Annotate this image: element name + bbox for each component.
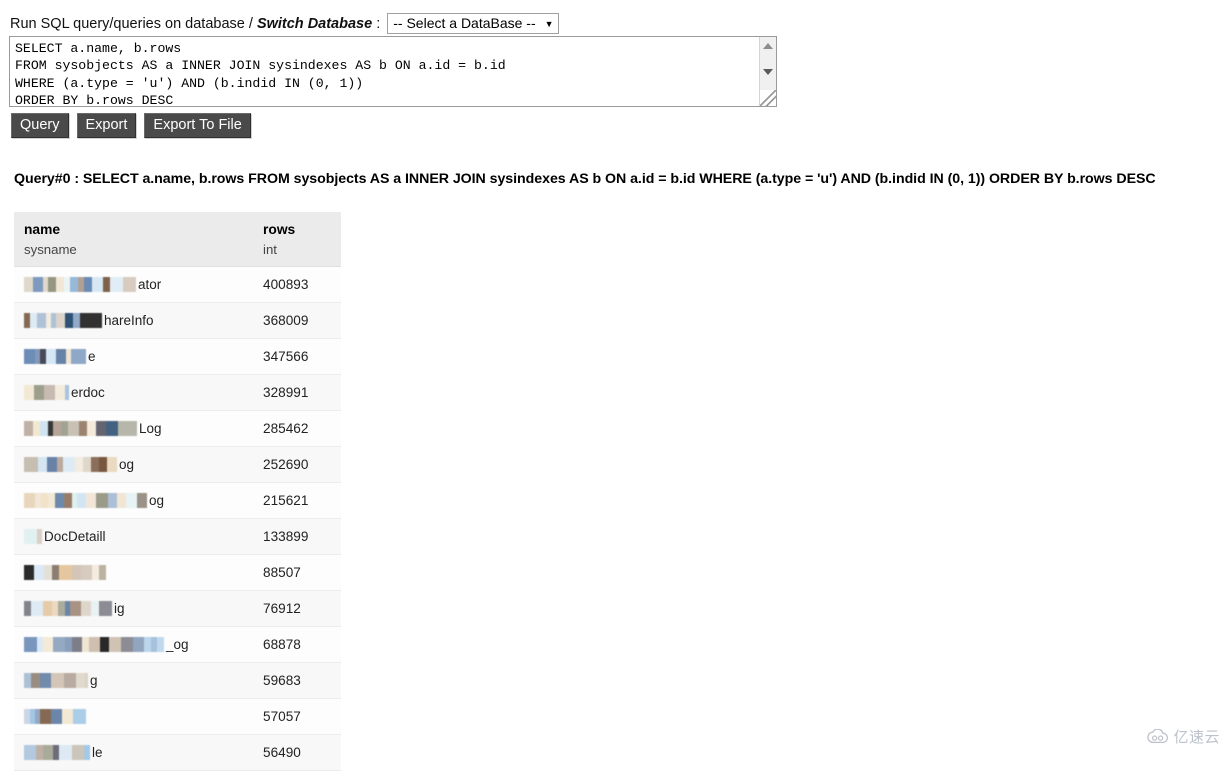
cell-rows: 56490 [263, 745, 301, 760]
export-to-file-button[interactable]: Export To File [144, 113, 251, 138]
redaction-mosaic [24, 637, 164, 652]
redaction-mosaic [24, 709, 86, 724]
cell-name-visible-text: DocDetaill [44, 529, 106, 544]
results-table: name sysname rows int ator 400893 hareInfo… [14, 212, 341, 771]
table-row: le 56490 [14, 734, 341, 771]
cell-rows: 285462 [263, 421, 309, 436]
cell-rows: 328991 [263, 385, 309, 400]
watermark-text: 亿速云 [1173, 728, 1220, 746]
cell-name: erdoc [14, 375, 253, 411]
cell-rows: 68878 [263, 637, 301, 652]
query-heading: Query#0 : SELECT a.name, b.rows FROM sys… [14, 171, 1156, 187]
sql-input[interactable]: SELECT a.name, b.rows FROM sysobjects AS… [15, 40, 745, 110]
cell-name-visible-text: e [88, 349, 96, 364]
redaction-mosaic [24, 385, 69, 400]
action-toolbar: Query Export Export To File [11, 113, 251, 138]
export-button[interactable]: Export [76, 113, 137, 138]
cell-rows: 88507 [263, 565, 301, 580]
cell-name: _og [14, 627, 253, 663]
cell-name-visible-text: ig [114, 601, 125, 616]
cell-name-visible-text: _og [166, 637, 189, 652]
cell-name-visible-text: erdoc [71, 385, 105, 400]
chevron-down-icon: ▼ [544, 19, 554, 29]
table-row: g 59683 [14, 662, 341, 699]
column-header-rows: rows int [253, 212, 341, 267]
scroll-up-arrow-icon[interactable] [760, 37, 776, 54]
table-row: Log 285462 [14, 410, 341, 447]
redaction-mosaic [24, 745, 90, 760]
table-row: hareInfo 368009 [14, 302, 341, 339]
redaction-mosaic [24, 673, 88, 688]
cell-name-visible-text: hareInfo [104, 313, 154, 328]
cell-rows: 133899 [263, 529, 309, 544]
redaction-mosaic [24, 493, 147, 508]
cell-name: hareInfo [14, 303, 253, 339]
column-header-name-label: name [24, 221, 61, 237]
redaction-mosaic [24, 565, 106, 580]
column-header-rows-label: rows [263, 221, 296, 237]
cell-name: Log [14, 411, 253, 447]
table-row: 57057 [14, 698, 341, 735]
cell-rows: 76912 [263, 601, 301, 616]
sql-editor[interactable]: SELECT a.name, b.rows FROM sysobjects AS… [9, 36, 777, 110]
redaction-mosaic [24, 313, 102, 328]
cell-name: og [14, 447, 253, 483]
cell-name: e [14, 339, 253, 375]
cell-name [14, 555, 253, 591]
database-select-value: -- Select a DataBase -- [393, 15, 536, 31]
redaction-mosaic [24, 349, 86, 364]
page-title: Run SQL query/queries on database / Swit… [10, 14, 380, 34]
cell-name-visible-text: og [119, 457, 135, 472]
redaction-mosaic [24, 457, 117, 472]
cell-name-visible-text: Log [139, 421, 162, 436]
page-title-colon: : [372, 15, 381, 32]
redaction-mosaic [24, 421, 137, 436]
table-row: DocDetaill 133899 [14, 518, 341, 555]
cell-rows: 59683 [263, 673, 301, 688]
cell-name-visible-text: le [92, 745, 103, 760]
table-row: ator 400893 [14, 266, 341, 303]
cell-name: DocDetaill [14, 519, 253, 555]
cloud-icon [1147, 729, 1169, 744]
cell-name: le [14, 735, 253, 771]
table-row: e 347566 [14, 338, 341, 375]
page-title-prefix: Run SQL query/queries on database / [10, 15, 257, 32]
redaction-mosaic [24, 277, 136, 292]
cell-rows: 400893 [263, 277, 309, 292]
table-row: _og 68878 [14, 626, 341, 663]
resize-grip-icon[interactable] [760, 90, 776, 106]
cell-rows: 57057 [263, 709, 301, 724]
cell-name-visible-text: ator [138, 277, 162, 292]
column-header-rows-type: int [263, 241, 277, 257]
cell-name-visible-text: g [90, 673, 98, 688]
table-row: 88507 [14, 554, 341, 591]
cell-rows: 368009 [263, 313, 309, 328]
results-table-body: ator 400893 hareInfo 368009 e 347566 erdoc 3289… [14, 266, 341, 771]
cell-rows: 347566 [263, 349, 309, 364]
table-row: og 215621 [14, 482, 341, 519]
switch-database-label: Switch Database [256, 15, 373, 32]
cell-name: ator [14, 267, 253, 303]
database-select[interactable]: -- Select a DataBase -- ▼ [387, 13, 559, 34]
scroll-down-arrow-icon[interactable] [760, 63, 776, 80]
cell-name: og [14, 483, 253, 519]
cell-name [14, 699, 253, 735]
watermark: 亿速云 [1147, 726, 1220, 747]
cell-name: ig [14, 591, 253, 627]
cell-name-visible-text: og [149, 493, 165, 508]
cell-name: g [14, 663, 253, 699]
table-row: og 252690 [14, 446, 341, 483]
table-row: erdoc 328991 [14, 374, 341, 411]
query-button[interactable]: Query [11, 113, 69, 138]
results-table-head: name sysname rows int [14, 212, 341, 267]
page-header-bar: Run SQL query/queries on database / Swit… [10, 13, 559, 34]
cell-rows: 252690 [263, 457, 309, 472]
table-row: ig 76912 [14, 590, 341, 627]
column-header-name-type: sysname [24, 241, 77, 257]
table-header-row: name sysname rows int [14, 212, 341, 267]
column-header-name: name sysname [14, 212, 254, 267]
cell-rows: 215621 [263, 493, 309, 508]
redaction-mosaic [24, 601, 112, 616]
redaction-mosaic [24, 529, 42, 544]
